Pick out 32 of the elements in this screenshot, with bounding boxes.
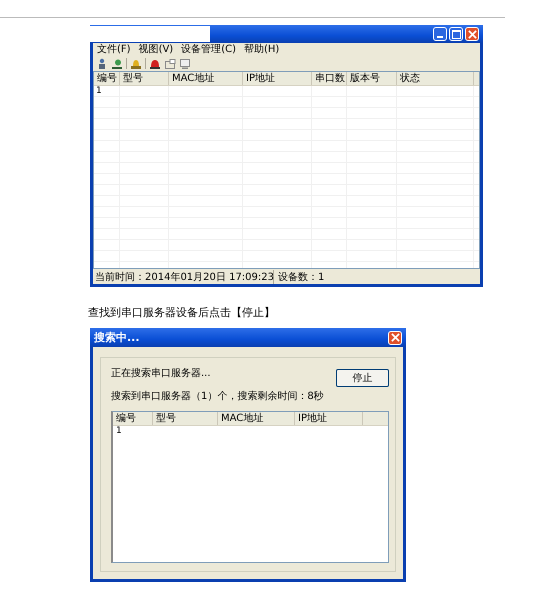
column-header[interactable]: 型号 <box>120 72 169 85</box>
status-text: 正在搜索串口服务器... <box>111 366 212 380</box>
menu-item[interactable]: 设备管理(C) <box>181 44 236 56</box>
column-header[interactable]: 型号 <box>153 412 218 425</box>
menu-item[interactable]: 帮助(H) <box>244 44 280 56</box>
column-header[interactable]: IP地址 <box>295 412 363 425</box>
menu-item[interactable]: 文件(F) <box>97 44 131 56</box>
column-header[interactable]: 编号 <box>94 72 120 85</box>
status-text: 搜索到串口服务器（1）个，搜索剩余时间：8秒 <box>111 390 324 403</box>
column-header[interactable]: 编号 <box>113 412 153 425</box>
stop-button[interactable]: 停止 <box>336 369 389 387</box>
status-time: 当前时间：2014年01月20日 17:09:23 <box>93 270 274 284</box>
table-cell: 1 <box>116 426 122 436</box>
column-header[interactable]: 串口数 <box>312 72 347 85</box>
close-button[interactable] <box>465 27 479 41</box>
column-header[interactable]: MAC地址 <box>218 412 295 425</box>
status-count: 设备数：1 <box>277 270 324 284</box>
minimize-button[interactable] <box>433 27 447 41</box>
close-button[interactable] <box>388 330 402 344</box>
column-header[interactable]: 状态 <box>397 72 474 85</box>
lamp-icon[interactable] <box>130 58 142 70</box>
person-icon[interactable] <box>96 58 108 70</box>
monitor-icon[interactable] <box>179 58 191 70</box>
column-header[interactable]: MAC地址 <box>169 72 243 85</box>
caption-text: 查找到串口服务器设备后点击【停止】 <box>88 305 276 320</box>
maximize-button[interactable] <box>449 27 463 41</box>
siren-icon[interactable] <box>149 58 161 70</box>
column-header[interactable]: 版本号 <box>347 72 397 85</box>
table-cell: 1 <box>96 86 102 96</box>
column-header[interactable]: IP地址 <box>243 72 312 85</box>
window-title: 搜索中... <box>94 330 140 345</box>
menu-item[interactable]: 视图(V) <box>138 44 174 56</box>
